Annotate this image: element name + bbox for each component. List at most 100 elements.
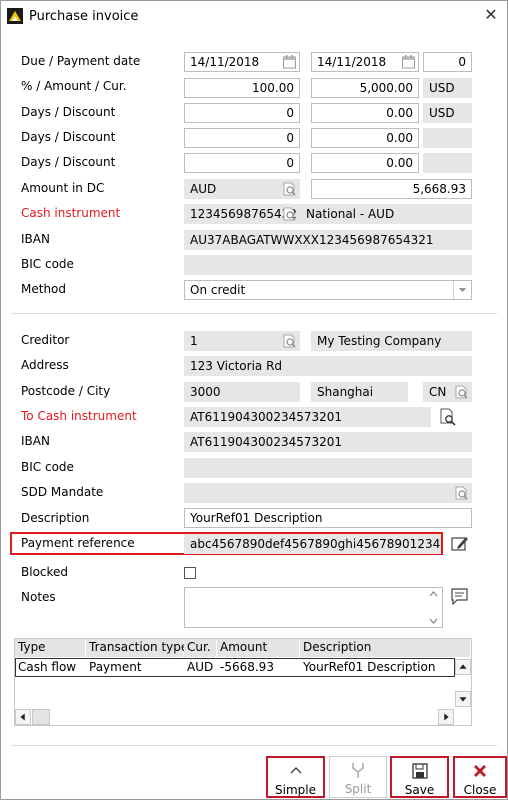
cash-instrument-name-field: National - AUD	[300, 204, 472, 224]
due-days-field[interactable]: 0	[423, 52, 472, 72]
grid-cell-amount: -5668.93	[220, 660, 274, 674]
scroll-down-icon[interactable]	[455, 691, 471, 707]
label-days-discount-3: Days / Discount	[21, 155, 116, 169]
amount-field[interactable]: 5,000.00	[311, 78, 419, 98]
grid-cell-cur: AUD	[187, 660, 214, 674]
scroll-right-icon[interactable]	[438, 709, 454, 725]
creditor-name-field: My Testing Company	[311, 331, 472, 351]
dc-amount-field[interactable]: 5,668.93	[311, 179, 472, 199]
simple-button[interactable]: Simple	[266, 756, 325, 798]
grid-header-amount[interactable]: Amount	[217, 639, 300, 657]
lookup-icon[interactable]	[283, 207, 297, 222]
label-bic-code: BIC code	[21, 257, 74, 271]
creditor-code-value: 1	[190, 334, 198, 348]
sdd-mandate-field[interactable]	[184, 483, 472, 503]
creditor-code-field[interactable]: 1	[184, 331, 300, 351]
method-select[interactable]: On credit	[184, 280, 472, 300]
grid-header-transaction-type[interactable]: Transaction type	[86, 639, 188, 657]
description-field[interactable]: YourRef01 Description	[184, 508, 472, 528]
label-blocked: Blocked	[21, 565, 69, 579]
iban2-field: AT611904300234573201	[184, 432, 472, 452]
days2-field[interactable]: 0	[184, 128, 300, 148]
label-amount-in-dc: Amount in DC	[21, 181, 105, 195]
discount1-currency-field: USD	[423, 103, 472, 123]
days1-field[interactable]: 0	[184, 103, 300, 123]
label-due-payment-date: Due / Payment date	[21, 54, 141, 68]
address-field: 123 Victoria Rd	[184, 356, 472, 376]
grid-cell-description: YourRef01 Description	[303, 660, 436, 674]
due-date-value: 14/11/2018	[190, 55, 260, 69]
label-method: Method	[21, 282, 67, 296]
postcode-field: 3000	[184, 382, 300, 402]
bic2-field	[184, 458, 472, 478]
save-button[interactable]: Save	[390, 756, 449, 798]
split-button[interactable]: Split	[329, 756, 387, 798]
label-payment-reference: Payment reference	[21, 536, 135, 550]
cash-instrument-code-field[interactable]: 12345698765432	[184, 204, 300, 224]
app-logo-icon	[7, 8, 23, 24]
label-address: Address	[21, 358, 69, 372]
label-days-discount-1: Days / Discount	[21, 105, 116, 119]
label-postcode-city: Postcode / City	[21, 384, 111, 398]
chevron-up-icon	[290, 767, 301, 774]
discount3-field[interactable]: 0.00	[311, 153, 419, 173]
payment-reference-field: abc4567890def4567890ghi456789012345	[184, 534, 441, 554]
calendar-icon[interactable]	[402, 55, 415, 69]
to-cash-instrument-field: AT611904300234573201	[184, 407, 431, 427]
transactions-grid: Type Transaction type Cur. Amount Descri…	[14, 638, 472, 726]
method-value: On credit	[190, 283, 246, 297]
edit-note-icon[interactable]	[451, 535, 469, 552]
save-icon	[411, 763, 428, 779]
label-cash-instrument: Cash instrument	[21, 206, 121, 220]
calendar-icon[interactable]	[283, 55, 296, 69]
discount1-field[interactable]: 0.00	[311, 103, 419, 123]
dc-currency-field[interactable]: AUD	[184, 179, 300, 199]
close-button[interactable]: Close	[453, 756, 507, 798]
label-description: Description	[21, 511, 90, 525]
lookup-icon[interactable]	[455, 385, 469, 400]
window-title: Purchase invoice	[29, 9, 139, 24]
label-sdd-mandate: SDD Mandate	[21, 485, 104, 499]
due-date-field[interactable]: 14/11/2018	[184, 52, 300, 72]
dc-currency-value: AUD	[190, 182, 217, 196]
close-icon	[474, 765, 486, 777]
discount2-currency-field	[423, 128, 472, 148]
label-iban: IBAN	[21, 232, 50, 246]
lookup-icon[interactable]	[455, 486, 469, 501]
scroll-left-icon[interactable]	[15, 709, 31, 725]
blocked-checkbox[interactable]	[184, 567, 196, 579]
discount2-field[interactable]: 0.00	[311, 128, 419, 148]
footer-divider	[11, 745, 497, 746]
document-search-icon[interactable]	[439, 408, 457, 426]
label-creditor: Creditor	[21, 333, 70, 347]
label-to-cash-instrument: To Cash instrument	[21, 409, 137, 423]
save-button-label: Save	[404, 783, 435, 797]
lookup-icon[interactable]	[283, 182, 297, 197]
comment-icon[interactable]	[451, 588, 468, 605]
grid-header-type[interactable]: Type	[15, 639, 86, 657]
close-button-label: Close	[463, 783, 497, 797]
label-pct-amount-cur: % / Amount / Cur.	[21, 79, 127, 93]
horizontal-scroll-thumb[interactable]	[32, 709, 50, 725]
grid-cell-type: Cash flow	[18, 660, 77, 674]
grid-header-description[interactable]: Description	[300, 639, 471, 657]
lookup-icon[interactable]	[283, 334, 297, 349]
country-field[interactable]: CN	[423, 382, 472, 402]
payment-date-field[interactable]: 14/11/2018	[311, 52, 419, 72]
section-divider	[11, 313, 497, 314]
chevron-down-icon[interactable]	[453, 281, 471, 299]
notes-scrollbar[interactable]	[425, 588, 442, 627]
percent-field[interactable]: 100.00	[184, 78, 300, 98]
grid-header-cur[interactable]: Cur.	[184, 639, 217, 657]
label-iban-2: IBAN	[21, 434, 50, 448]
notes-textarea[interactable]	[184, 587, 443, 628]
split-icon	[352, 763, 364, 778]
scroll-up-icon[interactable]	[455, 659, 471, 675]
discount3-currency-field	[423, 153, 472, 173]
days3-field[interactable]: 0	[184, 153, 300, 173]
label-notes: Notes	[21, 590, 56, 604]
currency-field: USD	[423, 78, 472, 98]
simple-button-label: Simple	[275, 783, 316, 797]
grid-cell-transaction-type: Payment	[89, 660, 142, 674]
window-close-icon[interactable]: ✕	[483, 6, 499, 24]
